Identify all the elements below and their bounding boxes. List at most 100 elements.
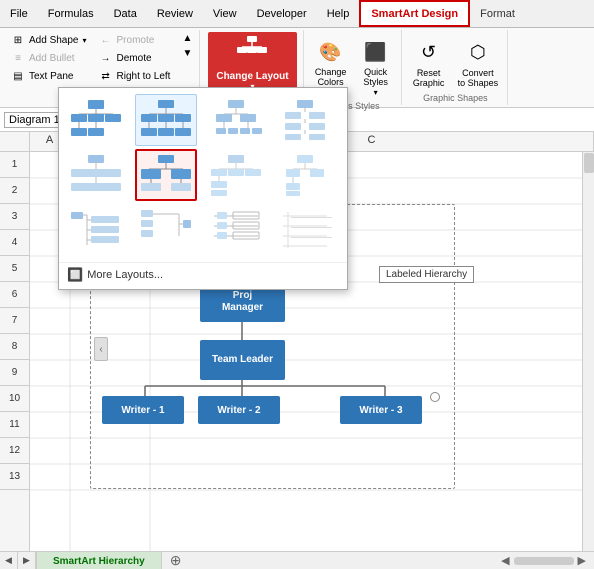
- move-down-button[interactable]: ▼: [179, 47, 195, 60]
- sa-box-tl[interactable]: Team Leader: [200, 340, 285, 380]
- change-layout-label: Change Layout: [216, 71, 288, 82]
- layout-item-12[interactable]: ————————— ————————— —————————: [274, 204, 336, 256]
- hscroll-bar[interactable]: [514, 557, 574, 565]
- tab-add-button[interactable]: ⊕: [162, 550, 190, 569]
- move-up-icon: ▲: [182, 33, 192, 44]
- layout-item-labeled[interactable]: [135, 149, 197, 201]
- more-layouts-icon: 🔲: [67, 267, 83, 283]
- scroll-nav-prev[interactable]: ◀: [0, 552, 18, 569]
- bottom-bar: ◀ ▶ SmartArt Hierarchy ⊕ ◀ ▶: [0, 551, 594, 569]
- add-bullet-icon: ≡: [11, 51, 25, 65]
- small-buttons-left: ⊞ Add Shape ▾ ≡ Add Bullet ▤ Text Pane: [8, 32, 90, 84]
- svg-text:—————————: —————————: [291, 225, 332, 231]
- layout-item-5[interactable]: [65, 149, 127, 201]
- quick-styles-arrow: ▾: [374, 88, 378, 97]
- quick-styles-button[interactable]: ⬛ QuickStyles ▾: [355, 32, 397, 101]
- row-12: 12: [0, 438, 29, 464]
- text-pane-button[interactable]: ▤ Text Pane: [8, 68, 90, 84]
- tab-format[interactable]: Format: [470, 0, 525, 27]
- right-scrollbar[interactable]: [582, 152, 594, 551]
- sa-box-w2[interactable]: Writer - 2: [198, 396, 280, 424]
- sa-box-w3[interactable]: Writer - 3: [340, 396, 422, 424]
- scroll-left[interactable]: ◀: [501, 554, 509, 567]
- change-colors-icon: 🎨: [315, 36, 347, 68]
- reset-graphic-button[interactable]: ↺ ResetGraphic: [408, 33, 450, 93]
- move-up-button[interactable]: ▲: [179, 32, 195, 45]
- demote-icon: →: [99, 51, 113, 65]
- scroll-arrows: ◀ ▶: [501, 554, 594, 567]
- scroll-thumb[interactable]: [584, 153, 594, 173]
- tab-formulas[interactable]: Formulas: [38, 0, 104, 27]
- quick-styles-label: QuickStyles: [363, 68, 388, 88]
- row-1: 1: [0, 152, 29, 178]
- promote-button[interactable]: ← Promote: [96, 32, 174, 48]
- row-8: 8: [0, 334, 29, 360]
- add-shape-icon: ⊞: [11, 33, 25, 47]
- row-6: 6: [0, 282, 29, 308]
- ribbon-tabs: File Formulas Data Review View Developer…: [0, 0, 594, 28]
- row-9: 9: [0, 360, 29, 386]
- tab-file[interactable]: File: [0, 0, 38, 27]
- graphic-shapes-group: ↺ ResetGraphic ⬡ Convertto Shapes Graphi…: [404, 30, 509, 105]
- add-bullet-button[interactable]: ≡ Add Bullet: [8, 50, 90, 66]
- convert-to-shapes-label: Convertto Shapes: [458, 69, 499, 89]
- svg-text:—————————: —————————: [291, 235, 332, 241]
- row-7: 7: [0, 308, 29, 334]
- row-4: 4: [0, 230, 29, 256]
- row-3: 3: [0, 204, 29, 230]
- row-5: 5: [0, 256, 29, 282]
- layout-item-4[interactable]: [274, 94, 336, 146]
- tab-developer[interactable]: Developer: [247, 0, 317, 27]
- layout-grid: ————————— ————————— —————————: [59, 88, 347, 262]
- create-graphic-items: ⊞ Add Shape ▾ ≡ Add Bullet ▤ Text Pane: [8, 30, 195, 93]
- move-buttons: ▲ ▼: [179, 32, 195, 60]
- layout-item-2[interactable]: [135, 94, 197, 146]
- right-to-left-icon: ⇄: [99, 69, 113, 83]
- promote-icon: ←: [99, 33, 113, 47]
- convert-to-shapes-button[interactable]: ⬡ Convertto Shapes: [453, 33, 504, 93]
- row-13: 13: [0, 464, 29, 490]
- tab-smartart-design[interactable]: SmartArt Design: [359, 0, 470, 27]
- row-header-spacer: [0, 132, 30, 151]
- change-layout-button[interactable]: Change Layout ▾: [208, 32, 296, 94]
- svg-text:—————————: —————————: [291, 215, 332, 221]
- nav-arrow-left[interactable]: ‹: [94, 337, 108, 361]
- sa-box-w1[interactable]: Writer - 1: [102, 396, 184, 424]
- selection-handle[interactable]: [430, 392, 440, 402]
- layout-item-8[interactable]: [274, 149, 336, 201]
- row-headers: 1 2 3 4 5 6 7 8 9 10 11 12 13: [0, 152, 30, 551]
- add-shape-button[interactable]: ⊞ Add Shape ▾: [8, 32, 90, 48]
- quick-styles-icon: ⬛: [360, 36, 392, 68]
- reset-graphic-icon: ↺: [413, 37, 445, 69]
- change-layout-icon: [236, 35, 268, 69]
- more-layouts-button[interactable]: 🔲 More Layouts...: [59, 262, 347, 289]
- row-2: 2: [0, 178, 29, 204]
- sheet-tab-smartart[interactable]: SmartArt Hierarchy: [36, 551, 162, 569]
- move-down-icon: ▼: [182, 48, 192, 59]
- tab-view[interactable]: View: [203, 0, 247, 27]
- tab-data[interactable]: Data: [104, 0, 147, 27]
- layout-item-10[interactable]: [135, 204, 197, 256]
- row-11: 11: [0, 412, 29, 438]
- change-colors-label: ChangeColors: [315, 68, 347, 88]
- layout-dropdown: ————————— ————————— ————————— Labeled Hi…: [58, 87, 348, 290]
- convert-to-shapes-icon: ⬡: [462, 37, 494, 69]
- right-to-left-button[interactable]: ⇄ Right to Left: [96, 68, 174, 84]
- layout-item-3[interactable]: [205, 94, 267, 146]
- graphic-shapes-items: ↺ ResetGraphic ⬡ Convertto Shapes: [408, 32, 504, 93]
- layout-item-11[interactable]: [205, 204, 267, 256]
- text-pane-icon: ▤: [11, 69, 25, 83]
- layout-item-1[interactable]: [65, 94, 127, 146]
- more-layouts-label: More Layouts...: [87, 269, 163, 281]
- scroll-nav-next[interactable]: ▶: [18, 552, 36, 569]
- tab-help[interactable]: Help: [317, 0, 360, 27]
- graphic-shapes-label: Graphic Shapes: [423, 93, 488, 103]
- tab-review[interactable]: Review: [147, 0, 203, 27]
- small-buttons-right: ← Promote → Demote ⇄ Right to Left: [96, 32, 174, 84]
- scroll-right[interactable]: ▶: [578, 554, 586, 567]
- reset-graphic-label: ResetGraphic: [413, 69, 445, 89]
- layout-item-7[interactable]: [205, 149, 267, 201]
- layout-item-9[interactable]: [65, 204, 127, 256]
- demote-button[interactable]: → Demote: [96, 50, 174, 66]
- row-10: 10: [0, 386, 29, 412]
